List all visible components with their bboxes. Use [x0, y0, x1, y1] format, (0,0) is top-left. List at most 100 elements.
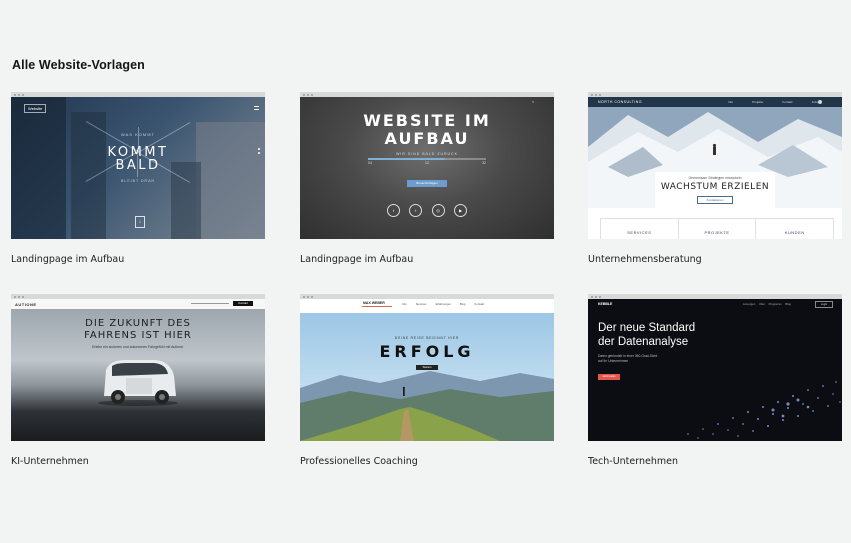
template-thumbnail[interactable]: MAX WEBER Info Services Erfahrungen Blog… [300, 294, 554, 441]
hero-subtitle: Erlebe ein sicheres und autonomes Fahrge… [92, 345, 184, 349]
social-bar: f t ◎ ▶ [387, 204, 467, 217]
template-card-beratung[interactable]: NORTH CONSULTING Info Projekte Kontakt J… [588, 92, 842, 265]
template-label[interactable]: Landingpage im Aufbau [11, 254, 124, 265]
progress-fill [368, 158, 445, 160]
nav-item[interactable]: Info [402, 302, 407, 306]
card-kicker: Gemeinsam Strategien entwickeln [688, 176, 742, 180]
site-nav [191, 303, 229, 304]
login-button[interactable]: Login [815, 301, 833, 308]
hero-title-line2: BALD [115, 158, 161, 173]
brand: MAX WEBER [363, 301, 385, 305]
template-card-landingpage-2[interactable]: ≡ WEBSITE IM AUFBAU WIR SIND BALD ZURÜCK… [300, 92, 554, 265]
site-header: NORTH CONSULTING Info Projekte Kontakt J… [588, 97, 842, 107]
hero-title: WEBSITE IM AUFBAU [300, 112, 554, 148]
nav-item[interactable]: Programm [769, 302, 782, 306]
tagline: BLEIBT DRAN [121, 179, 155, 183]
template-label[interactable]: Unternehmensberatung [588, 254, 702, 265]
service-tabs: SERVICES PROJEKTE KUNDEN [600, 218, 834, 239]
nav-item[interactable]: Services [416, 302, 427, 306]
hero-title: KOMMT BALD [11, 146, 265, 172]
site-nav: Info Projekte Kontakt Jobs [728, 100, 818, 104]
template-label[interactable]: Professionelles Coaching [300, 456, 418, 467]
data-wave-graphic [687, 381, 841, 439]
menu-icon [254, 106, 259, 110]
browser-chrome [588, 92, 842, 97]
instagram-icon[interactable]: ◎ [431, 204, 445, 217]
countdown-value: 12 [425, 161, 429, 165]
youtube-icon[interactable]: ▶ [453, 204, 467, 217]
logo: Website [24, 104, 47, 113]
hero-card: Gemeinsam Strategien entwickeln WACHSTUM… [655, 172, 775, 212]
mountain-trail-image [300, 313, 554, 441]
contact-button[interactable]: Kontaktieren [697, 196, 733, 204]
template-label[interactable]: Tech-Unternehmen [588, 456, 678, 467]
site-nav: Lösungen Über Programm Blog [743, 302, 791, 306]
brand: NORTH CONSULTING [598, 100, 643, 104]
site-nav: Info Services Erfahrungen Blog Kontakt [402, 302, 484, 306]
site-header: AUTIONE Kontakt [11, 299, 265, 309]
hero-title: ERFOLG [379, 342, 475, 361]
template-thumbnail[interactable]: KEBBLE Lösungen Über Programm Blog Login… [588, 294, 842, 441]
hero-subtitle: Daten gebündelt in einer 360-Grad-Sicht … [598, 354, 658, 363]
scroll-down-icon: ↓ [135, 216, 145, 228]
hero-title-line1: Der neue Standard [598, 322, 696, 334]
template-thumbnail[interactable]: ≡ WEBSITE IM AUFBAU WIR SIND BALD ZURÜCK… [300, 92, 554, 239]
nav-item[interactable]: Erfahrungen [435, 302, 450, 306]
menu-icon: ≡ [532, 100, 535, 104]
card-title: WACHSTUM ERZIELEN [660, 182, 770, 192]
nav-item[interactable]: Über [759, 302, 765, 306]
hero-title-line1: DIE ZUKUNFT DES [85, 318, 191, 329]
brand-underline [362, 306, 392, 307]
nav-item[interactable]: Blog [460, 302, 466, 306]
nav-item[interactable]: Projekte [752, 100, 763, 104]
browser-chrome [11, 92, 265, 97]
hero-title: DIE ZUKUNFT DES FAHRENS IST HIER [11, 318, 265, 342]
contact-button[interactable]: Kontakt [233, 301, 253, 306]
template-card-coaching[interactable]: MAX WEBER Info Services Erfahrungen Blog… [300, 294, 554, 467]
brand: KEBBLE [598, 302, 613, 306]
template-card-landingpage-1[interactable]: Website WAS KOMMT KOMMT BALD BLEIBT DRAN… [11, 92, 265, 265]
template-label[interactable]: KI-Unternehmen [11, 456, 89, 467]
hero-subtitle: WIR SIND BALD ZURÜCK [396, 152, 458, 156]
browser-chrome [588, 294, 842, 299]
tab-projekte[interactable]: PROJEKTE [679, 219, 757, 239]
countdown: 04 12 32 [368, 161, 486, 165]
nav-item[interactable]: Lösungen [743, 302, 755, 306]
brand: AUTIONE [15, 302, 37, 307]
slider-dots-icon [258, 148, 260, 150]
hero-title-line2: FAHRENS IST HIER [84, 330, 192, 341]
facebook-icon[interactable]: f [387, 204, 400, 217]
hero-title: Der neue Standard der Datenanalyse [598, 321, 695, 349]
browser-chrome [300, 294, 554, 299]
browser-chrome [11, 294, 265, 299]
template-card-ki[interactable]: AUTIONE Kontakt DIE ZUKUNFT DES FAHRENS … [11, 294, 265, 467]
try-now-button[interactable]: Jetzt testen [598, 374, 620, 380]
start-button[interactable]: Starten [416, 365, 438, 370]
countdown-value: 04 [368, 161, 372, 165]
page-title: Alle Website-Vorlagen [12, 58, 145, 72]
notify-button[interactable]: Benachrichtigen [407, 180, 447, 187]
hero-title-line1: WEBSITE IM [363, 111, 491, 130]
user-icon[interactable] [818, 99, 822, 104]
autonomous-car-image [98, 360, 178, 406]
countdown-value: 32 [482, 161, 486, 165]
hero-title-line2: AUFBAU [384, 129, 470, 148]
site-header: KEBBLE Lösungen Über Programm Blog Login [588, 299, 842, 311]
tab-services[interactable]: SERVICES [601, 219, 679, 239]
template-label[interactable]: Landingpage im Aufbau [300, 254, 413, 265]
template-thumbnail[interactable]: Website WAS KOMMT KOMMT BALD BLEIBT DRAN… [11, 92, 265, 239]
template-thumbnail[interactable]: AUTIONE Kontakt DIE ZUKUNFT DES FAHRENS … [11, 294, 265, 441]
hero-title-line2: der Datenanalyse [598, 336, 689, 348]
site-header: MAX WEBER Info Services Erfahrungen Blog… [300, 299, 554, 313]
tab-kunden[interactable]: KUNDEN [756, 219, 833, 239]
nav-item[interactable]: Kontakt [474, 302, 484, 306]
nav-item[interactable]: Info [728, 100, 733, 104]
hero-kicker: DEINE REISE BEGINNT HIER [394, 336, 460, 340]
template-card-tech[interactable]: KEBBLE Lösungen Über Programm Blog Login… [588, 294, 842, 467]
template-thumbnail[interactable]: NORTH CONSULTING Info Projekte Kontakt J… [588, 92, 842, 239]
nav-item[interactable]: Kontakt [782, 100, 792, 104]
nav-item[interactable]: Blog [785, 302, 791, 306]
twitter-icon[interactable]: t [409, 204, 423, 217]
browser-chrome [300, 92, 554, 97]
progress-bar [368, 158, 486, 160]
